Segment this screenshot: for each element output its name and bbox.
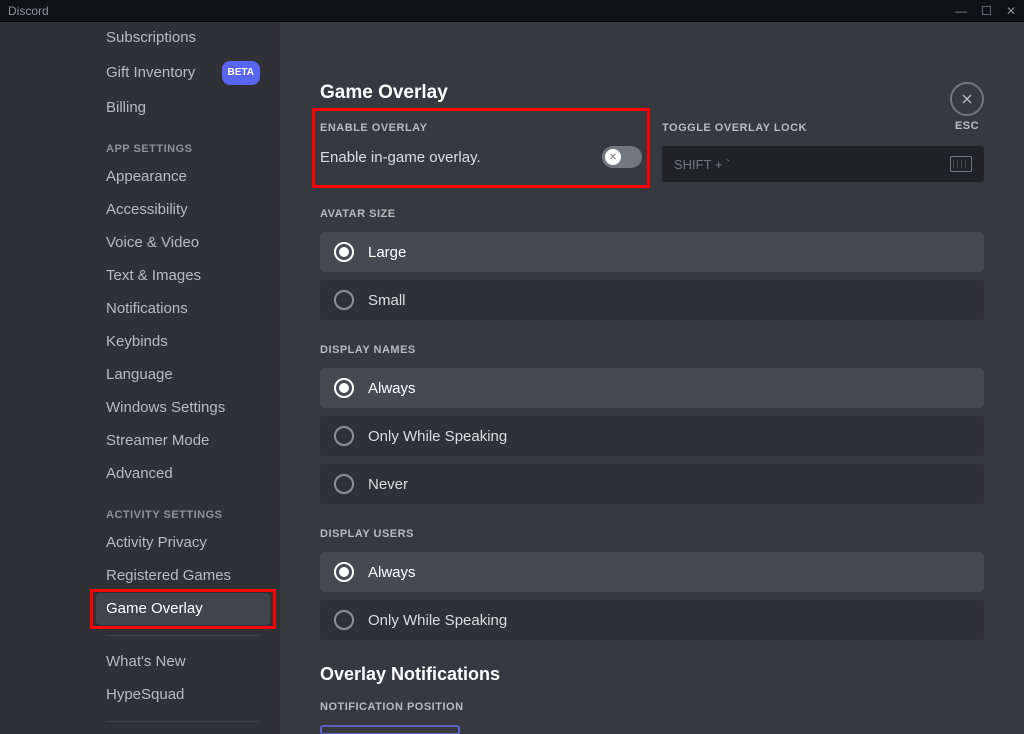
sidebar-item-registered-games[interactable]: Registered Games: [96, 560, 270, 592]
sidebar-item-label: Gift Inventory: [106, 63, 195, 83]
radio-label: Always: [368, 380, 416, 397]
keybind-value: SHIFT + `: [674, 157, 730, 172]
overlay-notifications-heading: Overlay Notifications: [320, 664, 984, 685]
close-settings-button[interactable]: ESC: [950, 82, 984, 132]
sidebar-item-streamer-mode[interactable]: Streamer Mode: [96, 425, 270, 457]
overlay-lock-keybind-input[interactable]: SHIFT + `: [662, 146, 984, 182]
sidebar-item-language[interactable]: Language: [96, 359, 270, 391]
radio-icon: [334, 290, 354, 310]
radio-icon: [334, 426, 354, 446]
titlebar: Discord — ☐ ✕: [0, 0, 1024, 22]
sidebar-divider: [106, 721, 260, 722]
sidebar-item-label: Billing: [106, 98, 146, 118]
radio-label: Small: [368, 292, 406, 309]
avatar-size-radiogroup: Large Small: [320, 232, 984, 320]
sidebar-item-label: Appearance: [106, 167, 187, 187]
avatar-size-header: AVATAR SIZE: [320, 208, 984, 220]
sidebar-item-label: HypeSquad: [106, 685, 184, 705]
toggle-overlay-lock-header: TOGGLE OVERLAY LOCK: [662, 122, 984, 134]
radio-label: Only While Speaking: [368, 428, 507, 445]
display-names-option-always[interactable]: Always: [320, 368, 984, 408]
display-users-option-speaking[interactable]: Only While Speaking: [320, 600, 984, 640]
keyboard-icon: [950, 156, 972, 172]
radio-icon: [334, 610, 354, 630]
settings-sidebar: Subscriptions Gift Inventory BETA Billin…: [0, 22, 280, 734]
sidebar-item-label: Game Overlay: [106, 599, 203, 619]
settings-content: Game Overlay ENABLE OVERLAY Enable in-ga…: [280, 22, 1024, 734]
sidebar-item-label: Accessibility: [106, 200, 188, 220]
close-button[interactable]: ✕: [1006, 4, 1016, 18]
sidebar-item-label: Windows Settings: [106, 398, 225, 418]
sidebar-item-label: Language: [106, 365, 173, 385]
close-icon: [950, 82, 984, 116]
sidebar-item-label: Subscriptions: [106, 28, 196, 48]
radio-icon: [334, 242, 354, 262]
minimize-button[interactable]: —: [955, 4, 967, 18]
sidebar-header-app-settings: APP SETTINGS: [96, 125, 270, 161]
sidebar-item-label: Voice & Video: [106, 233, 199, 253]
window-controls: — ☐ ✕: [955, 4, 1016, 18]
sidebar-item-whats-new[interactable]: What's New: [96, 646, 270, 678]
esc-label: ESC: [950, 120, 984, 132]
sidebar-item-label: What's New: [106, 652, 186, 672]
sidebar-divider: [106, 635, 260, 636]
radio-label: Never: [368, 476, 408, 493]
radio-icon: [334, 378, 354, 398]
sidebar-item-accessibility[interactable]: Accessibility: [96, 194, 270, 226]
display-users-radiogroup: Always Only While Speaking: [320, 552, 984, 640]
radio-label: Large: [368, 244, 406, 261]
sidebar-item-subscriptions[interactable]: Subscriptions: [96, 22, 270, 54]
sidebar-item-text-images[interactable]: Text & Images: [96, 260, 270, 292]
app-name: Discord: [8, 4, 49, 18]
display-users-header: DISPLAY USERS: [320, 528, 984, 540]
sidebar-item-activity-privacy[interactable]: Activity Privacy: [96, 527, 270, 559]
display-users-option-always[interactable]: Always: [320, 552, 984, 592]
enable-overlay-label: Enable in-game overlay.: [320, 149, 481, 166]
toggle-knob-off-icon: ✕: [605, 149, 621, 165]
enable-overlay-panel: ENABLE OVERLAY Enable in-game overlay. ✕: [320, 122, 642, 182]
sidebar-item-label: Advanced: [106, 464, 173, 484]
sidebar-item-gift-inventory[interactable]: Gift Inventory BETA: [96, 55, 270, 91]
display-names-option-never[interactable]: Never: [320, 464, 984, 504]
toggle-overlay-lock-panel: TOGGLE OVERLAY LOCK SHIFT + `: [662, 122, 984, 182]
avatar-size-option-small[interactable]: Small: [320, 280, 984, 320]
enable-overlay-header: ENABLE OVERLAY: [320, 122, 642, 134]
sidebar-item-keybinds[interactable]: Keybinds: [96, 326, 270, 358]
sidebar-item-notifications[interactable]: Notifications: [96, 293, 270, 325]
sidebar-item-windows-settings[interactable]: Windows Settings: [96, 392, 270, 424]
sidebar-item-label: Activity Privacy: [106, 533, 207, 553]
display-names-header: DISPLAY NAMES: [320, 344, 984, 356]
sidebar-item-label: Text & Images: [106, 266, 201, 286]
sidebar-item-voice-video[interactable]: Voice & Video: [96, 227, 270, 259]
sidebar-item-billing[interactable]: Billing: [96, 92, 270, 124]
notification-position-selector[interactable]: [320, 725, 460, 734]
display-names-option-speaking[interactable]: Only While Speaking: [320, 416, 984, 456]
radio-icon: [334, 474, 354, 494]
display-names-radiogroup: Always Only While Speaking Never: [320, 368, 984, 504]
maximize-button[interactable]: ☐: [981, 4, 992, 18]
avatar-size-option-large[interactable]: Large: [320, 232, 984, 272]
notification-position-header: NOTIFICATION POSITION: [320, 701, 984, 713]
sidebar-item-label: Streamer Mode: [106, 431, 209, 451]
enable-overlay-toggle[interactable]: ✕: [602, 146, 642, 168]
radio-label: Always: [368, 564, 416, 581]
sidebar-item-label: Registered Games: [106, 566, 231, 586]
sidebar-item-appearance[interactable]: Appearance: [96, 161, 270, 193]
sidebar-item-label: Keybinds: [106, 332, 168, 352]
sidebar-item-game-overlay[interactable]: Game Overlay: [96, 593, 270, 625]
radio-label: Only While Speaking: [368, 612, 507, 629]
sidebar-item-advanced[interactable]: Advanced: [96, 458, 270, 490]
sidebar-item-label: Notifications: [106, 299, 188, 319]
beta-badge: BETA: [222, 61, 260, 85]
sidebar-header-activity-settings: ACTIVITY SETTINGS: [96, 491, 270, 527]
sidebar-item-hypesquad[interactable]: HypeSquad: [96, 679, 270, 711]
radio-icon: [334, 562, 354, 582]
page-title: Game Overlay: [320, 82, 984, 104]
